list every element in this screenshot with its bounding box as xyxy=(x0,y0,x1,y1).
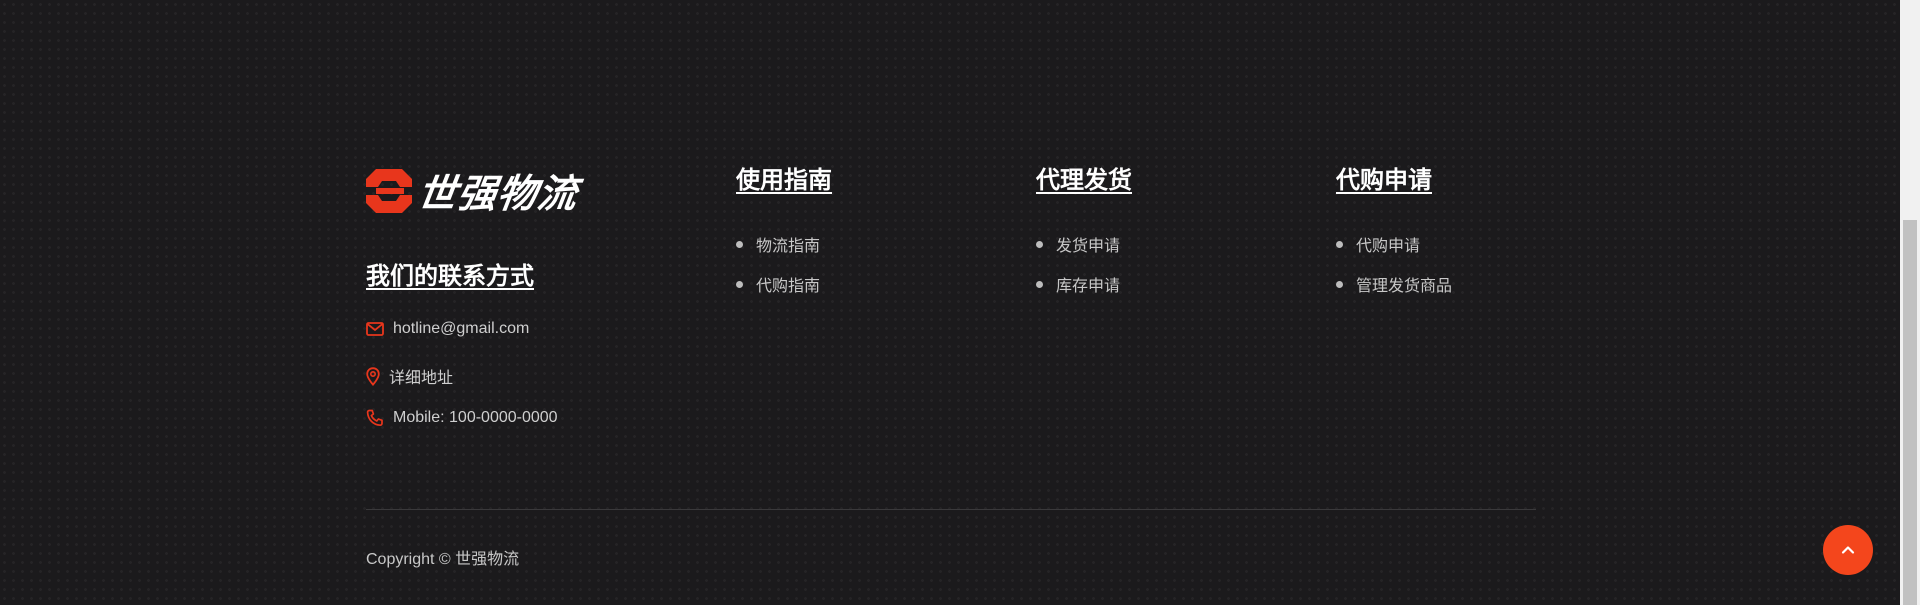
contact-email[interactable]: hotline@gmail.com xyxy=(366,320,529,338)
shipping-link-inventory[interactable]: 库存申请 xyxy=(1036,264,1120,304)
contact-address-text: 详细地址 xyxy=(389,370,454,387)
footer-divider xyxy=(366,509,1536,510)
purchase-heading: 代购申请 xyxy=(1336,167,1432,194)
link-label: 发货申请 xyxy=(1056,238,1121,255)
bullet-dot xyxy=(1336,240,1343,248)
shipping-agent-list: 发货申请 库存申请 xyxy=(1036,224,1120,304)
contact-email-text: hotline@gmail.com xyxy=(393,320,530,337)
page-scrollbar[interactable] xyxy=(1900,0,1920,605)
brand-logo[interactable]: 世强物流 xyxy=(366,163,581,219)
purchase-link-apply[interactable]: 代购申请 xyxy=(1336,224,1452,264)
map-marker-icon xyxy=(366,366,380,386)
shipping-agent-heading: 代理发货 xyxy=(1036,167,1132,194)
shipping-link-apply[interactable]: 发货申请 xyxy=(1036,224,1120,264)
link-label: 物流指南 xyxy=(756,238,821,255)
link-label: 代购申请 xyxy=(1356,238,1421,255)
bullet-dot xyxy=(1036,280,1043,288)
brand-name: 世强物流 xyxy=(414,172,581,217)
copyright-text: Copyright © 世强物流 xyxy=(366,551,520,568)
guide-link-logistics[interactable]: 物流指南 xyxy=(736,224,820,264)
chevron-up-icon xyxy=(1841,546,1855,554)
contact-mobile-text: Mobile: 100-0000-0000 xyxy=(393,409,558,426)
link-label: 库存申请 xyxy=(1056,278,1121,295)
purchase-link-manage[interactable]: 管理发货商品 xyxy=(1336,264,1452,304)
purchase-list: 代购申请 管理发货商品 xyxy=(1336,224,1452,304)
bullet-dot xyxy=(736,240,743,248)
contact-address: 详细地址 xyxy=(366,364,453,388)
bullet-dot xyxy=(1336,280,1343,288)
guide-link-purchase[interactable]: 代购指南 xyxy=(736,264,820,304)
phone-icon xyxy=(366,409,383,427)
contact-mobile[interactable]: Mobile: 100-0000-0000 xyxy=(366,409,558,427)
scrollbar-thumb[interactable] xyxy=(1903,220,1917,605)
back-to-top-button[interactable] xyxy=(1823,525,1873,575)
logo-mark-icon xyxy=(366,169,412,213)
link-label: 管理发货商品 xyxy=(1356,278,1453,295)
bullet-dot xyxy=(736,280,743,288)
guide-list: 物流指南 代购指南 xyxy=(736,224,820,304)
link-label: 代购指南 xyxy=(756,278,821,295)
site-footer: 世强物流 我们的联系方式 hotline@gmail.com 详细地址 Mobi… xyxy=(0,0,1900,605)
bullet-dot xyxy=(1036,240,1043,248)
guide-heading: 使用指南 xyxy=(736,167,832,194)
contact-heading: 我们的联系方式 xyxy=(366,263,534,290)
envelope-icon xyxy=(366,322,384,336)
